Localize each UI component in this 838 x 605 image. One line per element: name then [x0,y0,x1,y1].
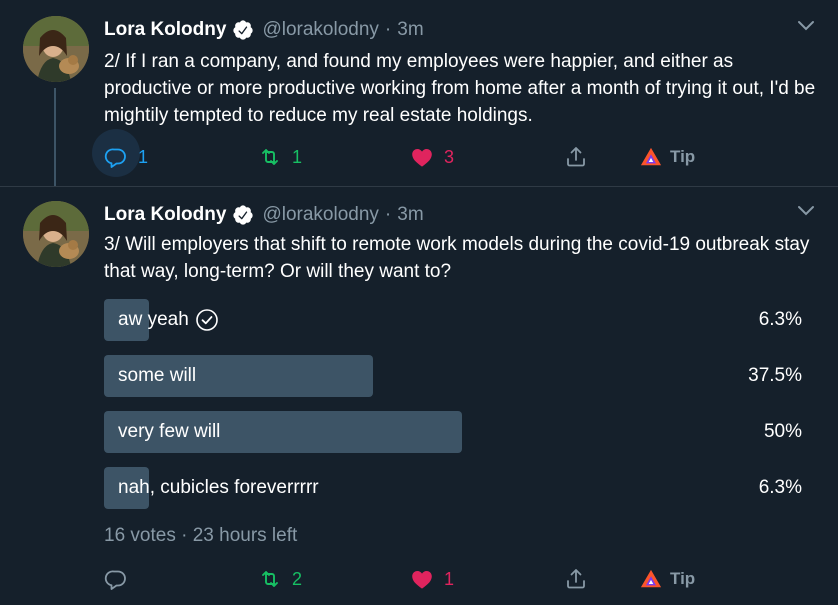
reply-count: 1 [138,146,149,167]
poll-option-text: aw yeah [118,309,189,330]
retweet-icon [262,149,278,165]
tip-button[interactable]: Tip [640,564,695,594]
brave-rewards-icon [640,569,662,588]
poll-option: some will 37.5% [104,355,820,397]
like-button[interactable]: 3 [410,142,454,172]
reply-button[interactable]: 1 [92,129,149,177]
retweet-count: 2 [292,568,303,589]
like-count: 1 [444,568,455,589]
check-circle-icon [195,309,218,331]
poll-option-text: some will [118,365,197,386]
tip-label: Tip [670,569,696,588]
poll: aw yeah 6.3% some will 37.5% very few will 50… [104,299,820,523]
tweet-text: 3/ Will employers that shift to remote w… [104,234,810,282]
chevron-down-icon[interactable] [796,16,816,36]
poll-option-label: nah, cubicles foreverrrrr [118,467,319,509]
author-name[interactable]: Lora Kolodny [104,204,226,226]
retweet-count: 1 [292,146,303,167]
author-handle[interactable]: @lorakolodny [262,204,378,226]
tip-label: Tip [670,147,696,166]
tip-button[interactable]: Tip [640,142,695,172]
like-button[interactable]: 1 [410,564,454,594]
retweet-icon [262,571,278,587]
author-name[interactable]: Lora Kolodny [104,19,226,41]
separator: · [384,204,392,225]
reply-icon [104,570,126,590]
poll-option-label: very few will [118,411,220,453]
retweet-button[interactable]: 2 [258,564,302,594]
tweet[interactable]: Lora Kolodny @lorakolodny · 3m 2/ If I r… [0,0,838,186]
share-icon [567,147,585,167]
poll-option: aw yeah 6.3% [104,299,820,341]
retweet-button[interactable]: 1 [258,142,302,172]
tweet-actions: 2 1 Tip [104,564,704,594]
heart-filled-icon [412,149,432,167]
tweet-text: 2/ If I ran a company, and found my empl… [104,51,816,126]
thread-line [54,88,56,186]
reply-button[interactable] [104,564,138,594]
author-handle[interactable]: @lorakolodny [262,19,378,41]
tweet-header: Lora Kolodny @lorakolodny · 3m [104,16,424,44]
share-button[interactable] [564,564,588,594]
chevron-down-icon[interactable] [796,201,816,221]
timestamp[interactable]: 3m [397,19,423,41]
timestamp[interactable]: 3m [397,204,423,226]
tweet[interactable]: Lora Kolodny @lorakolodny · 3m 3/ Will e… [0,186,838,605]
poll-option-percent: 37.5% [748,365,802,386]
poll-meta: 16 votes · 23 hours left [104,525,298,546]
heart-filled-icon [412,571,432,589]
verified-badge-icon [232,204,254,226]
poll-option: nah, cubicles foreverrrrr 6.3% [104,467,820,509]
avatar[interactable] [23,16,89,82]
share-button[interactable] [564,142,588,172]
avatar[interactable] [23,201,89,267]
poll-option-percent: 50% [763,421,802,442]
separator: · [384,19,392,40]
poll-option-percent: 6.3% [758,477,802,498]
poll-option-label: some will [118,355,196,397]
poll-option-label: aw yeah [118,299,219,341]
tweet-actions: 1 1 3 Tip [92,129,704,177]
like-count: 3 [444,146,455,167]
reply-icon [104,148,126,168]
poll-option: very few will 50% [104,411,820,453]
tweet-header: Lora Kolodny @lorakolodny · 3m [104,201,424,229]
verified-badge-icon [232,19,254,41]
poll-option-text: nah, cubicles foreverrrrr [118,477,319,498]
share-icon [567,569,585,589]
poll-option-text: very few will [118,421,221,442]
poll-option-percent: 6.3% [758,309,802,330]
brave-rewards-icon [640,147,662,166]
